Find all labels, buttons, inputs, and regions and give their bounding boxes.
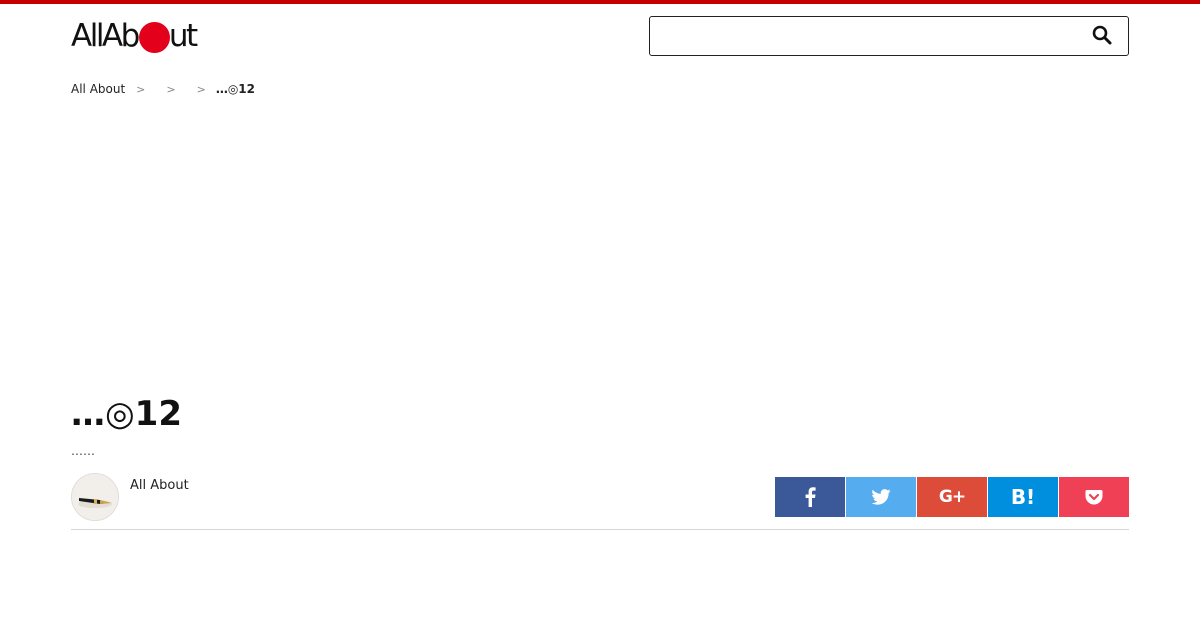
hatena-bookmark-icon: B! [1010,485,1036,509]
facebook-share-button[interactable] [775,477,845,517]
breadcrumb-home[interactable]: All About [71,82,125,96]
google-plus-share-button[interactable]: G+ [917,477,987,517]
breadcrumb-current: …◎12 [215,82,255,96]
search-input[interactable] [658,21,1082,51]
breadcrumb-separator: > [196,82,206,96]
pocket-icon [1085,490,1103,505]
search-icon [1092,25,1112,45]
ad-space [71,112,1129,382]
hatena-bookmark-share-button[interactable]: B! [988,477,1058,517]
article-subtitle: …… [71,444,95,458]
divider [71,529,1129,530]
author-avatar[interactable] [71,473,119,521]
logo-text-right: ut [168,18,198,54]
facebook-icon [805,487,816,507]
google-plus-icon: G+ [938,487,966,507]
search-button[interactable] [1092,25,1114,47]
top-accent-bar [0,0,1200,4]
share-buttons: G+ B! [775,477,1129,517]
breadcrumb-separator: > [136,82,146,96]
pocket-share-button[interactable] [1059,477,1129,517]
breadcrumb: All About > > > …◎12 [71,81,255,97]
twitter-share-button[interactable] [846,477,916,517]
allabout-logo[interactable]: AllAb ut [71,17,198,55]
search-box [649,16,1129,56]
fountain-pen-icon [72,474,118,520]
page-title: …◎12 [71,394,182,434]
breadcrumb-separator: > [166,82,176,96]
twitter-icon [871,489,891,505]
author-name[interactable]: All About [130,478,189,493]
logo-text-left: AllAb [71,18,140,54]
logo-red-dot [138,21,170,53]
